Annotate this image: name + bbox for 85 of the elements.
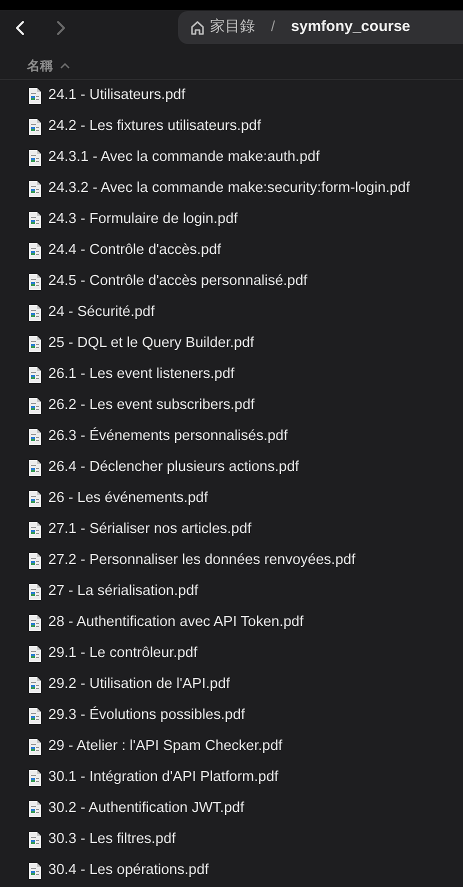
pdf-file-icon — [29, 832, 41, 848]
pdf-file-icon — [29, 428, 41, 444]
file-row[interactable]: 30.3 - Les filtres.pdf — [0, 824, 463, 855]
file-name: 29.2 - Utilisation de l'API.pdf — [48, 674, 230, 694]
path-crumb[interactable]: symfony_course — [291, 16, 410, 39]
file-name: 30.1 - Intégration d'API Platform.pdf — [48, 768, 278, 787]
name-column-header[interactable]: 名稱 — [27, 56, 70, 76]
file-row[interactable]: 26.3 - Événements personnalisés.pdf — [0, 421, 463, 452]
pdf-file-icon — [29, 150, 41, 166]
file-row[interactable]: 29.2 - Utilisation de l'API.pdf — [0, 669, 463, 700]
file-name: 24.2 - Les fixtures utilisateurs.pdf — [48, 116, 262, 136]
file-name: 24.3.2 - Avec la commande make:security:form-login.pdf — [48, 178, 410, 198]
file-row[interactable]: 29.1 - Le contrôleur.pdf — [0, 638, 463, 669]
file-row[interactable]: 26.2 - Les event subscribers.pdf — [0, 390, 463, 421]
pdf-file-icon — [29, 460, 41, 476]
file-row[interactable]: 27 - La sérialisation.pdf — [0, 576, 463, 607]
pdf-file-icon — [29, 242, 41, 258]
pdf-file-icon — [29, 676, 41, 692]
pdf-file-icon — [29, 304, 41, 320]
file-row[interactable]: 27.2 - Personnaliser les données renvoyées.pdf — [0, 545, 463, 576]
pdf-file-icon — [29, 770, 41, 786]
file-name: 29.3 - Évolutions possibles.pdf — [48, 705, 245, 725]
file-name: 24 - Sécurité.pdf — [48, 302, 155, 322]
pdf-file-icon — [29, 366, 41, 382]
file-row[interactable]: 30.1 - Intégration d'API Platform.pdf — [0, 762, 463, 793]
pdf-file-icon — [29, 522, 41, 538]
file-name: 29 - Atelier : l'API Spam Checker.pdf — [48, 736, 282, 756]
pdf-file-icon — [29, 646, 41, 662]
path-crumb[interactable]: 家目錄 — [210, 16, 255, 39]
file-name: 24.3 - Formulaire de login.pdf — [48, 210, 238, 229]
file-name: 25 - DQL et le Query Builder.pdf — [48, 334, 254, 353]
file-name: 27 - La sérialisation.pdf — [48, 582, 198, 601]
file-row[interactable]: 26.4 - Déclencher plusieurs actions.pdf — [0, 452, 463, 483]
file-name: 30.3 - Les filtres.pdf — [48, 830, 176, 849]
file-name: 30.4 - Les opérations.pdf — [48, 860, 209, 880]
file-row[interactable]: 24.4 - Contrôle d'accès.pdf — [0, 235, 463, 266]
file-name: 26.4 - Déclencher plusieurs actions.pdf — [48, 458, 299, 477]
file-row[interactable]: 24.3.2 - Avec la commande make:security:form-login.pdf — [0, 173, 463, 204]
pdf-file-icon — [29, 584, 41, 600]
file-row[interactable]: 26 - Les événements.pdf — [0, 483, 463, 514]
file-row[interactable]: 29 - Atelier : l'API Spam Checker.pdf — [0, 731, 463, 762]
chevron-left-icon — [14, 20, 26, 36]
file-row[interactable]: 30.2 - Authentification JWT.pdf — [0, 793, 463, 824]
pdf-file-icon — [29, 738, 41, 754]
file-name: 28 - Authentification avec API Token.pdf — [48, 612, 304, 632]
file-name: 26.1 - Les event listeners.pdf — [48, 364, 234, 384]
file-row[interactable]: 24.1 - Utilisateurs.pdf — [0, 80, 463, 111]
file-row[interactable]: 29.3 - Évolutions possibles.pdf — [0, 700, 463, 731]
file-name: 26.3 - Événements personnalisés.pdf — [48, 426, 288, 446]
file-name: 27.2 - Personnaliser les données renvoyées.pdf — [48, 550, 356, 570]
file-row[interactable]: 24 - Sécurité.pdf — [0, 297, 463, 328]
pdf-file-icon — [29, 490, 41, 506]
chevron-right-icon — [55, 20, 67, 36]
file-name: 24.5 - Contrôle d'accès personnalisé.pdf — [48, 272, 308, 291]
file-row[interactable]: 24.2 - Les fixtures utilisateurs.pdf — [0, 111, 463, 142]
file-row[interactable]: 26.1 - Les event listeners.pdf — [0, 359, 463, 390]
file-row[interactable]: 24.3 - Formulaire de login.pdf — [0, 204, 463, 235]
home-icon — [190, 20, 205, 36]
file-name: 29.1 - Le contrôleur.pdf — [48, 644, 198, 663]
pdf-file-icon — [29, 336, 41, 352]
pdf-file-icon — [29, 862, 41, 878]
pdf-file-icon — [29, 552, 41, 568]
pdf-file-icon — [29, 274, 41, 290]
path-separator: / — [271, 18, 276, 37]
file-row[interactable]: 30.4 - Les opérations.pdf — [0, 855, 463, 886]
file-name: 26.2 - Les event subscribers.pdf — [48, 396, 255, 415]
pdf-file-icon — [29, 88, 41, 104]
file-name: 26 - Les événements.pdf — [48, 488, 208, 508]
file-row[interactable]: 28 - Authentification avec API Token.pdf — [0, 607, 463, 638]
pdf-file-icon — [29, 800, 41, 816]
pdf-file-icon — [29, 614, 41, 630]
file-name: 27.1 - Sérialiser nos articles.pdf — [48, 520, 252, 539]
pdf-file-icon — [29, 398, 41, 414]
file-name: 24.3.1 - Avec la commande make:auth.pdf — [48, 148, 320, 167]
file-row[interactable]: 24.3.1 - Avec la commande make:auth.pdf — [0, 142, 463, 173]
pdf-file-icon — [29, 180, 41, 196]
file-name: 24.1 - Utilisateurs.pdf — [48, 86, 186, 105]
pdf-file-icon — [29, 118, 41, 134]
pdf-file-icon — [29, 212, 41, 228]
file-name: 24.4 - Contrôle d'accès.pdf — [48, 240, 222, 260]
file-row[interactable]: 25 - DQL et le Query Builder.pdf — [0, 328, 463, 359]
file-row[interactable]: 27.1 - Sérialiser nos articles.pdf — [0, 514, 463, 545]
file-name: 30.2 - Authentification JWT.pdf — [48, 798, 244, 818]
file-row[interactable]: 24.5 - Contrôle d'accès personnalisé.pdf — [0, 266, 463, 297]
pdf-file-icon — [29, 708, 41, 724]
